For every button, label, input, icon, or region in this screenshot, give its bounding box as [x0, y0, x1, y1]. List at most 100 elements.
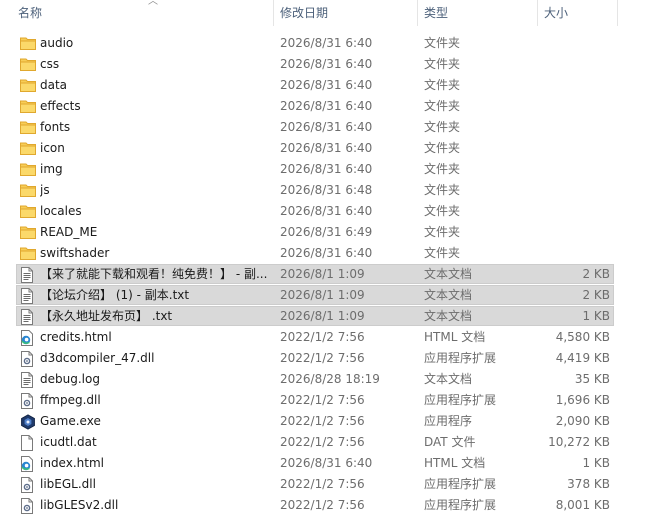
file-date-modified: 2026/8/31 6:48 — [280, 183, 373, 197]
folder-icon — [20, 183, 36, 198]
file-type: 文本文档 — [424, 309, 473, 323]
file-date-modified: 2026/8/31 6:40 — [280, 456, 373, 470]
edge-html-icon — [20, 456, 36, 472]
file-size — [540, 138, 610, 159]
file-size — [540, 96, 610, 117]
file-row[interactable]: 【永久地址发布页】 .txt 2026/8/1 1:09 文本文档 1 KB — [0, 306, 666, 327]
file-type: 文件夹 — [424, 57, 461, 71]
file-date-modified: 2022/1/2 7:56 — [280, 435, 365, 449]
edge-html-icon — [20, 330, 36, 346]
file-row[interactable]: icudtl.dat 2022/1/2 7:56 DAT 文件 10,272 KB — [0, 432, 666, 453]
file-size — [540, 54, 610, 75]
file-row[interactable]: effects 2026/8/31 6:40 文件夹 — [0, 96, 666, 117]
file-name: credits.html — [40, 330, 112, 344]
file-row[interactable]: READ_ME 2026/8/31 6:49 文件夹 — [0, 222, 666, 243]
folder-icon — [20, 162, 36, 177]
file-name: index.html — [40, 456, 104, 470]
file-row[interactable]: 【论坛介绍】 (1) - 副本.txt 2026/8/1 1:09 文本文档 2 KB — [0, 285, 666, 306]
file-date-modified: 2022/1/2 7:56 — [280, 351, 365, 365]
text-file-icon — [20, 372, 36, 388]
file-row[interactable]: credits.html 2022/1/2 7:56 HTML 文档 4,580 KB — [0, 327, 666, 348]
column-header: ︿ 名称 修改日期 类型 大小 — [0, 0, 666, 28]
file-date-modified: 2026/8/31 6:40 — [280, 78, 373, 92]
file-date-modified: 2026/8/31 6:40 — [280, 162, 373, 176]
file-type: 应用程序扩展 — [424, 498, 497, 512]
file-size — [540, 159, 610, 180]
file-date-modified: 2026/8/1 1:09 — [280, 267, 365, 281]
dll-file-icon — [20, 351, 36, 367]
file-name: js — [40, 183, 50, 197]
file-size: 2 KB — [582, 288, 610, 302]
column-divider[interactable] — [617, 0, 618, 26]
file-date-modified: 2026/8/31 6:40 — [280, 36, 373, 50]
file-name: img — [40, 162, 63, 176]
file-size: 1 KB — [582, 309, 610, 323]
file-size: 1,696 KB — [555, 393, 610, 407]
file-type: 文本文档 — [424, 267, 473, 281]
file-row[interactable]: libEGL.dll 2022/1/2 7:56 应用程序扩展 378 KB — [0, 474, 666, 495]
file-name: d3dcompiler_47.dll — [40, 351, 155, 365]
file-size: 35 KB — [574, 372, 610, 386]
file-type: 应用程序 — [424, 414, 473, 428]
folder-icon — [20, 120, 36, 135]
game-exe-icon — [20, 414, 36, 430]
file-type: 文件夹 — [424, 78, 461, 92]
file-size: 2,090 KB — [555, 414, 610, 428]
dll-file-icon — [20, 477, 36, 493]
file-name: debug.log — [40, 372, 100, 386]
file-row[interactable]: fonts 2026/8/31 6:40 文件夹 — [0, 117, 666, 138]
file-type: 文件夹 — [424, 225, 461, 239]
file-row[interactable]: img 2026/8/31 6:40 文件夹 — [0, 159, 666, 180]
file-row[interactable]: swiftshader 2026/8/31 6:40 文件夹 — [0, 243, 666, 264]
file-type: 文件夹 — [424, 120, 461, 134]
file-date-modified: 2022/1/2 7:56 — [280, 414, 365, 428]
file-row[interactable]: js 2026/8/31 6:48 文件夹 — [0, 180, 666, 201]
file-row[interactable]: debug.log 2026/8/28 18:19 文本文档 35 KB — [0, 369, 666, 390]
file-row[interactable]: Game.exe 2022/1/2 7:56 应用程序 2,090 KB — [0, 411, 666, 432]
file-row[interactable]: 【来了就能下载和观看！纯免费！】 - 副... 2026/8/1 1:09 文本文档… — [0, 264, 666, 285]
folder-icon — [20, 99, 36, 114]
file-size: 2 KB — [582, 267, 610, 281]
file-date-modified: 2026/8/31 6:40 — [280, 57, 373, 71]
column-name-header[interactable]: ︿ 名称 — [12, 0, 272, 28]
file-row[interactable]: ffmpeg.dll 2022/1/2 7:56 应用程序扩展 1,696 KB — [0, 390, 666, 411]
file-type: 应用程序扩展 — [424, 393, 497, 407]
file-size: 1 KB — [582, 456, 610, 470]
file-size — [540, 201, 610, 222]
folder-icon — [20, 36, 36, 51]
file-row[interactable]: libGLESv2.dll 2022/1/2 7:56 应用程序扩展 8,001 KB — [0, 495, 666, 516]
column-date-header[interactable]: 修改日期 — [274, 0, 416, 28]
text-file-icon — [20, 309, 36, 325]
file-size — [540, 222, 610, 243]
column-size-header[interactable]: 大小 — [538, 0, 616, 28]
column-type-header[interactable]: 类型 — [418, 0, 536, 28]
file-type: HTML 文档 — [424, 456, 486, 470]
file-row[interactable]: locales 2026/8/31 6:40 文件夹 — [0, 201, 666, 222]
file-name: fonts — [40, 120, 71, 134]
file-row[interactable]: audio 2026/8/31 6:40 文件夹 — [0, 33, 666, 54]
file-size: 10,272 KB — [548, 435, 610, 449]
file-row[interactable]: index.html 2026/8/31 6:40 HTML 文档 1 KB — [0, 453, 666, 474]
folder-icon — [20, 246, 36, 261]
file-date-modified: 2026/8/31 6:40 — [280, 120, 373, 134]
file-name: icudtl.dat — [40, 435, 97, 449]
file-date-modified: 2022/1/2 7:56 — [280, 330, 365, 344]
column-type-label: 类型 — [424, 6, 449, 20]
file-type: 文件夹 — [424, 36, 461, 50]
file-row[interactable]: css 2026/8/31 6:40 文件夹 — [0, 54, 666, 75]
file-name: libEGL.dll — [40, 477, 96, 491]
file-type: 文本文档 — [424, 288, 473, 302]
file-row[interactable]: d3dcompiler_47.dll 2022/1/2 7:56 应用程序扩展 4,4… — [0, 348, 666, 369]
file-type: 文本文档 — [424, 372, 473, 386]
file-date-modified: 2026/8/28 18:19 — [280, 372, 380, 386]
file-date-modified: 2026/8/31 6:40 — [280, 141, 373, 155]
file-size: 8,001 KB — [555, 498, 610, 512]
folder-icon — [20, 141, 36, 156]
file-type: 应用程序扩展 — [424, 351, 497, 365]
file-type: 文件夹 — [424, 246, 461, 260]
file-row[interactable]: icon 2026/8/31 6:40 文件夹 — [0, 138, 666, 159]
file-date-modified: 2022/1/2 7:56 — [280, 477, 365, 491]
file-date-modified: 2026/8/1 1:09 — [280, 288, 365, 302]
file-size: 378 KB — [567, 477, 610, 491]
file-row[interactable]: data 2026/8/31 6:40 文件夹 — [0, 75, 666, 96]
